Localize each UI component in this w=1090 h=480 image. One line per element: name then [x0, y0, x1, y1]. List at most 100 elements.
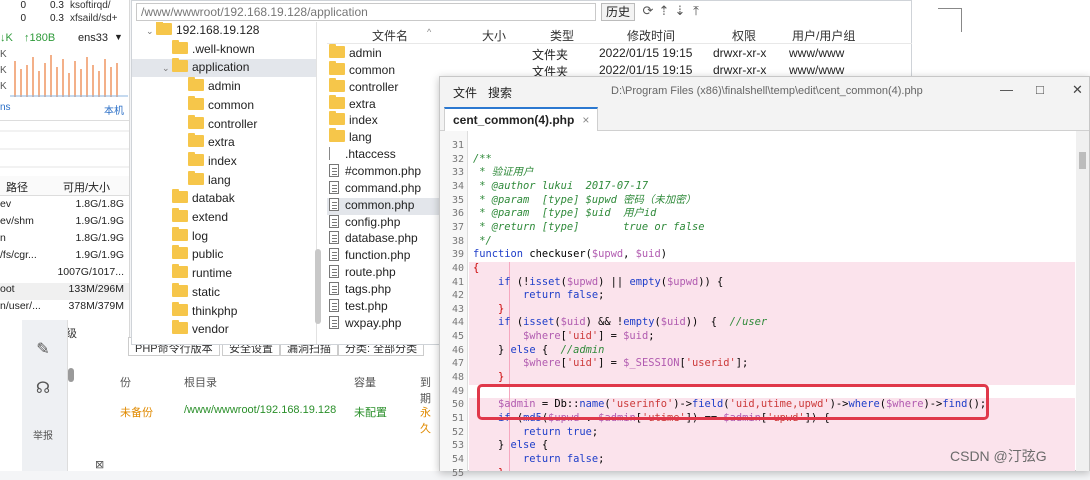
- line-number: 32: [451, 153, 464, 165]
- tab-cent-common[interactable]: cent_common(4).php ×: [444, 107, 599, 131]
- code-area[interactable]: /** * 验证用户 * @author lukui 2017-07-17 * …: [469, 131, 1075, 471]
- monitor-tabs: ns 本机: [0, 100, 129, 118]
- editor-tabbar: cent_common(4).php ×: [440, 105, 1089, 131]
- fs-row: /fs/cgr... 1.9G/1.9G: [0, 249, 124, 261]
- system-monitor-panel: 0 0.3 ksoftirqd/ 0 0.3 xfsaild/sd+ ↓K ↑1…: [0, 0, 130, 345]
- file-name: tags.php: [345, 281, 392, 296]
- line-number: 39: [451, 249, 464, 261]
- path-input[interactable]: /www/wwwroot/192.168.19.128/application: [136, 3, 596, 21]
- report-label[interactable]: 举报: [33, 427, 53, 442]
- col-perm[interactable]: 权限: [732, 27, 756, 44]
- file-owner: www/www: [789, 62, 845, 77]
- editor-menubar: 文件 搜索 D:\Program Files (x86)\finalshell\…: [440, 77, 1089, 105]
- file-icon: [329, 248, 339, 262]
- col-type[interactable]: 类型: [550, 27, 574, 44]
- line-number: 48: [451, 372, 464, 384]
- fs-path-header: 路径: [6, 182, 28, 194]
- folder-icon: [172, 301, 188, 316]
- tab-local[interactable]: 本机: [104, 102, 124, 117]
- chevron-down-icon[interactable]: ⌄: [162, 63, 172, 74]
- file-icon: [329, 298, 339, 312]
- line-number: 51: [451, 413, 464, 424]
- tree-item-label: databak: [192, 191, 235, 206]
- capacity-status[interactable]: 未配置: [354, 404, 387, 420]
- refresh-icon[interactable]: ⟳: [640, 3, 656, 19]
- history-button[interactable]: 历史: [601, 3, 635, 21]
- backup-status[interactable]: 未备份: [120, 404, 153, 420]
- code-line: if (isset($uid) && !empty($uid)) { //use…: [498, 316, 768, 329]
- headset-icon[interactable]: ☊: [31, 377, 55, 401]
- menu-file[interactable]: 文件: [453, 84, 477, 101]
- file-path: D:\Program Files (x86)\finalshell\temp\e…: [611, 85, 923, 97]
- tree-item-label: .well-known: [192, 41, 255, 56]
- code-line: * 验证用户: [473, 166, 534, 179]
- site-path-link[interactable]: /www/wwwroot/192.168.19.128: [184, 404, 336, 416]
- line-number: 46: [451, 344, 464, 356]
- col-mtime[interactable]: 修改时间: [627, 27, 675, 44]
- file-icon: [329, 163, 339, 177]
- file-name: function.php: [345, 248, 411, 263]
- fs-row: ev/shm 1.9G/1.9G: [0, 215, 124, 227]
- line-number: 52: [451, 426, 464, 438]
- col-owner[interactable]: 用户/用户组: [792, 27, 855, 44]
- line-number: 54: [451, 453, 464, 465]
- maximize-button[interactable]: □: [1036, 82, 1044, 97]
- tree-item-label: common: [208, 97, 255, 112]
- editor-scroll-thumb[interactable]: [1079, 152, 1086, 169]
- tree-item-label: public: [192, 247, 224, 262]
- download-icon[interactable]: ⇣: [672, 3, 688, 19]
- close-button[interactable]: ✕: [1072, 82, 1083, 98]
- code-line: } else { //admin: [473, 343, 605, 356]
- line-number: 47: [451, 358, 464, 370]
- folder-icon: [172, 245, 188, 260]
- scrollbar-thumb[interactable]: [68, 368, 74, 382]
- tab-label: cent_common(4).php: [453, 113, 575, 127]
- col-name[interactable]: 文件名: [372, 27, 408, 44]
- code-line: }: [473, 467, 504, 471]
- folder-icon: [329, 94, 345, 109]
- up-folder-icon[interactable]: ⤒: [688, 3, 704, 19]
- menu-search[interactable]: 搜索: [488, 84, 512, 101]
- folder-icon: [329, 111, 345, 126]
- file-name: index: [349, 113, 378, 128]
- col-size[interactable]: 大小: [482, 27, 506, 44]
- tree-item-label: application: [192, 60, 250, 75]
- file-name: test.php: [345, 298, 388, 313]
- line-number: 34: [451, 180, 464, 192]
- expiry-status: 永久: [420, 407, 431, 435]
- sort-icon[interactable]: ^: [427, 27, 431, 37]
- tree-item-label: admin: [208, 79, 241, 94]
- network-bars: [10, 55, 128, 97]
- tree-scrollbar[interactable]: [315, 249, 321, 324]
- folder-icon: [188, 151, 204, 166]
- edit-icon[interactable]: ✎: [31, 338, 55, 362]
- network-row: ↓K ↑180B ens33 ▼: [0, 32, 129, 47]
- close-icon[interactable]: ⊠: [95, 458, 104, 471]
- folder-icon: [329, 44, 345, 58]
- tree-item-label: controller: [208, 116, 258, 131]
- line-number: 43: [451, 303, 464, 315]
- upload-icon[interactable]: ⇡: [656, 3, 672, 19]
- folder-icon: [188, 95, 204, 110]
- file-row[interactable]: admin 文件夹 2022/01/15 19:15 drwxr-xr-x www/ww…: [327, 44, 912, 63]
- tree-item[interactable]: ⌄ application: [132, 58, 316, 78]
- close-icon[interactable]: ×: [582, 113, 589, 127]
- background-table-header: 份 根目录 容量 到期: [120, 377, 431, 405]
- chevron-down-icon[interactable]: ▼: [114, 32, 123, 42]
- chevron-down-icon[interactable]: ⌄: [146, 26, 156, 37]
- line-number: 40: [451, 262, 464, 274]
- code-line: * @param [type] $uid 用户id: [473, 207, 657, 220]
- file-icon: [329, 231, 339, 245]
- tab-processes[interactable]: ns: [0, 102, 11, 113]
- line-number: 44: [451, 317, 464, 329]
- folder-icon: [172, 189, 188, 204]
- monitor-lines: [0, 130, 129, 168]
- net-interface-select[interactable]: ens33: [78, 32, 108, 44]
- editor-scrollbar[interactable]: [1076, 131, 1089, 471]
- minimize-button[interactable]: —: [1000, 82, 1013, 97]
- line-number: 37: [451, 221, 464, 233]
- line-number: 49: [451, 385, 464, 397]
- file-perm: drwxr-xr-x: [713, 46, 767, 60]
- line-number: 45: [451, 331, 464, 343]
- file-name: #common.php: [345, 163, 422, 178]
